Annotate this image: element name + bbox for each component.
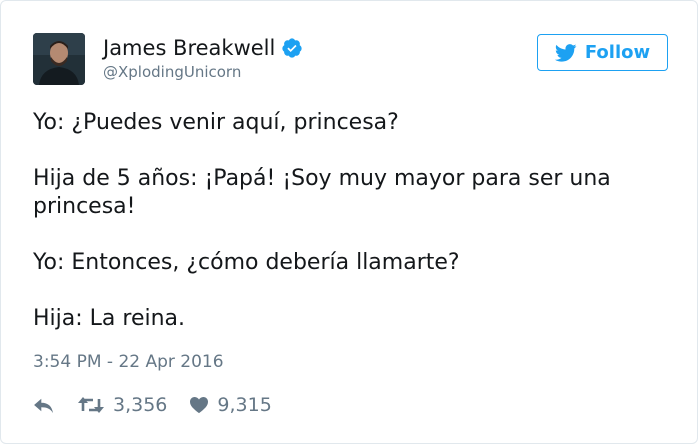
retweet-icon — [78, 397, 104, 413]
retweet-count: 3,356 — [113, 394, 168, 416]
author-display-name[interactable]: James Breakwell — [103, 36, 275, 60]
tweet-line: Hija: La reina. — [33, 306, 186, 331]
tweet-text: Yo: ¿Puedes venir aquí, princesa? Hija d… — [33, 109, 673, 333]
like-count: 9,315 — [217, 394, 272, 416]
like-button[interactable]: 9,315 — [189, 394, 272, 416]
reply-icon — [34, 398, 53, 414]
profile-photo-icon — [33, 33, 85, 85]
avatar[interactable] — [33, 33, 85, 85]
tweet-line: Yo: ¿Puedes venir aquí, princesa? — [33, 110, 399, 135]
author-name-row: James Breakwell — [103, 33, 303, 63]
twitter-bird-icon — [554, 43, 577, 62]
tweet-line: Yo: Entonces, ¿cómo debería llamarte? — [33, 250, 460, 275]
author-handle[interactable]: @XplodingUnicorn — [103, 63, 241, 81]
retweet-button[interactable]: 3,356 — [77, 394, 167, 416]
verified-badge-icon — [281, 37, 303, 59]
follow-button[interactable]: Follow — [537, 34, 668, 71]
tweet-line: Hija de 5 años: ¡Papá! ¡Soy muy mayor pa… — [33, 166, 611, 219]
heart-icon — [190, 396, 209, 414]
follow-button-label: Follow — [584, 42, 651, 63]
tweet-card: James Breakwell @XplodingUnicorn Follow … — [0, 0, 698, 444]
tweet-timestamp[interactable]: 3:54 PM - 22 Apr 2016 — [33, 352, 224, 372]
tweet-actions: 3,356 9,315 — [33, 393, 294, 417]
reply-button[interactable] — [33, 396, 55, 414]
